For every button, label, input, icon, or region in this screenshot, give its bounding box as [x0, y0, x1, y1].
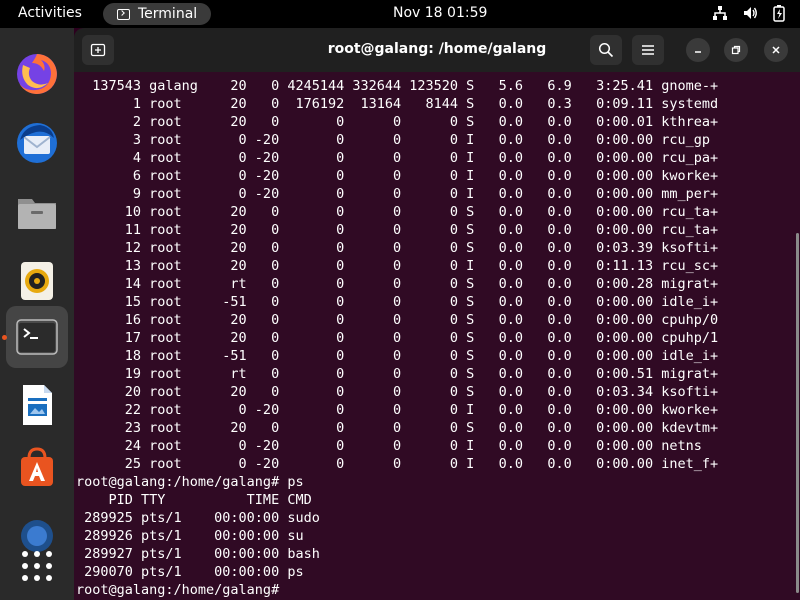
rhythmbox-icon	[21, 262, 53, 300]
terminal-line: 12 root 20 0 0 0 0 S 0.0 0.0 0:03.39 kso…	[76, 240, 719, 256]
maximize-button[interactable]	[724, 38, 748, 62]
terminal-line: 19 root rt 0 0 0 0 S 0.0 0.0 0:00.51 mig…	[76, 366, 719, 382]
terminal-line: 289925 pts/1 00:00:00 sudo	[76, 510, 320, 526]
terminal-line: 25 root 0 -20 0 0 0 I 0.0 0.0 0:00.00 in…	[76, 456, 719, 472]
battery-icon[interactable]	[772, 4, 786, 22]
terminal-line: 14 root rt 0 0 0 0 S 0.0 0.0 0:00.28 mig…	[76, 276, 719, 292]
window-titlebar[interactable]: root@galang: /home/galang	[74, 28, 800, 72]
terminal-line: PID TTY TIME CMD	[76, 492, 312, 508]
restore-icon	[731, 45, 741, 55]
terminal-line: 24 root 0 -20 0 0 0 I 0.0 0.0 0:00.00 ne…	[76, 438, 702, 454]
firefox-icon	[17, 54, 57, 94]
dock-item-software[interactable]	[6, 436, 68, 498]
terminal-line: 4 root 0 -20 0 0 0 I 0.0 0.0 0:00.00 rcu…	[76, 150, 719, 166]
dock-item-files[interactable]	[6, 181, 68, 243]
dock-item-firefox[interactable]	[6, 43, 68, 105]
minimize-icon	[695, 51, 701, 53]
dock	[0, 28, 74, 600]
system-tray[interactable]	[712, 4, 786, 22]
terminal-line: 20 root 20 0 0 0 0 S 0.0 0.0 0:03.34 kso…	[76, 384, 719, 400]
close-button[interactable]	[764, 38, 788, 62]
running-indicator	[2, 335, 7, 340]
terminal-line: 13 root 20 0 0 0 0 I 0.0 0.0 0:11.13 rcu…	[76, 258, 719, 274]
terminal-line: 289926 pts/1 00:00:00 su	[76, 528, 304, 544]
terminal-line: 2 root 20 0 0 0 0 S 0.0 0.0 0:00.01 kthr…	[76, 114, 719, 130]
terminal-line: 10 root 20 0 0 0 0 S 0.0 0.0 0:00.00 rcu…	[76, 204, 719, 220]
hamburger-menu-icon	[642, 45, 654, 55]
clock[interactable]: Nov 18 01:59	[393, 5, 487, 21]
search-button[interactable]	[590, 35, 622, 65]
menu-button[interactable]	[632, 35, 664, 65]
terminal-window: root@galang: /home/galang 137543 galang …	[74, 28, 800, 600]
writer-icon	[23, 385, 52, 425]
show-applications-button[interactable]	[6, 535, 68, 597]
activities-button[interactable]: Activities	[18, 5, 82, 21]
terminal-line: 11 root 20 0 0 0 0 S 0.0 0.0 0:00.00 rcu…	[76, 222, 719, 238]
files-icon	[18, 199, 56, 229]
terminal-line: 18 root -51 0 0 0 0 S 0.0 0.0 0:00.00 id…	[76, 348, 719, 364]
app-grid-icon	[22, 551, 52, 581]
terminal-line: 22 root 0 -20 0 0 0 I 0.0 0.0 0:00.00 kw…	[76, 402, 719, 418]
volume-icon[interactable]	[742, 5, 758, 21]
app-menu-button[interactable]: Terminal	[103, 3, 211, 25]
terminal-line: 137543 galang 20 0 4245144 332644 123520…	[76, 78, 719, 94]
terminal-line: root@galang:/home/galang# ps	[76, 474, 304, 490]
terminal-icon	[16, 319, 58, 355]
software-icon	[21, 447, 53, 486]
terminal-line: 3 root 0 -20 0 0 0 I 0.0 0.0 0:00.00 rcu…	[76, 132, 710, 148]
thunderbird-icon	[17, 123, 57, 163]
terminal-line: 290070 pts/1 00:00:00 ps	[76, 564, 304, 580]
network-icon[interactable]	[712, 5, 728, 21]
terminal-line: 23 root 20 0 0 0 0 S 0.0 0.0 0:00.00 kde…	[76, 420, 719, 436]
app-menu-label: Terminal	[138, 6, 198, 22]
terminal-line: 6 root 0 -20 0 0 0 I 0.0 0.0 0:00.00 kwo…	[76, 168, 719, 184]
terminal-output[interactable]: 137543 galang 20 0 4245144 332644 123520…	[74, 72, 790, 600]
search-icon	[598, 42, 614, 58]
dock-item-writer[interactable]	[6, 374, 68, 436]
terminal-line: 16 root 20 0 0 0 0 S 0.0 0.0 0:00.00 cpu…	[76, 312, 719, 328]
dock-item-terminal[interactable]	[6, 306, 68, 368]
terminal-line: 15 root -51 0 0 0 0 S 0.0 0.0 0:00.00 id…	[76, 294, 719, 310]
terminal-line: 9 root 0 -20 0 0 0 I 0.0 0.0 0:00.00 mm_…	[76, 186, 719, 202]
dock-item-rhythmbox[interactable]	[6, 250, 68, 312]
dock-item-thunderbird[interactable]	[6, 112, 68, 174]
close-icon	[772, 46, 780, 54]
terminal-line: 289927 pts/1 00:00:00 bash	[76, 546, 320, 562]
terminal-line: root@galang:/home/galang#	[76, 582, 288, 598]
minimize-button[interactable]	[686, 38, 710, 62]
terminal-scrollbar[interactable]	[796, 233, 799, 593]
terminal-icon	[117, 8, 130, 20]
terminal-line: 1 root 20 0 176192 13164 8144 S 0.0 0.3 …	[76, 96, 719, 112]
terminal-line: 17 root 20 0 0 0 0 S 0.0 0.0 0:00.00 cpu…	[76, 330, 719, 346]
top-bar: Activities Terminal Nov 18 01:59	[0, 0, 800, 28]
